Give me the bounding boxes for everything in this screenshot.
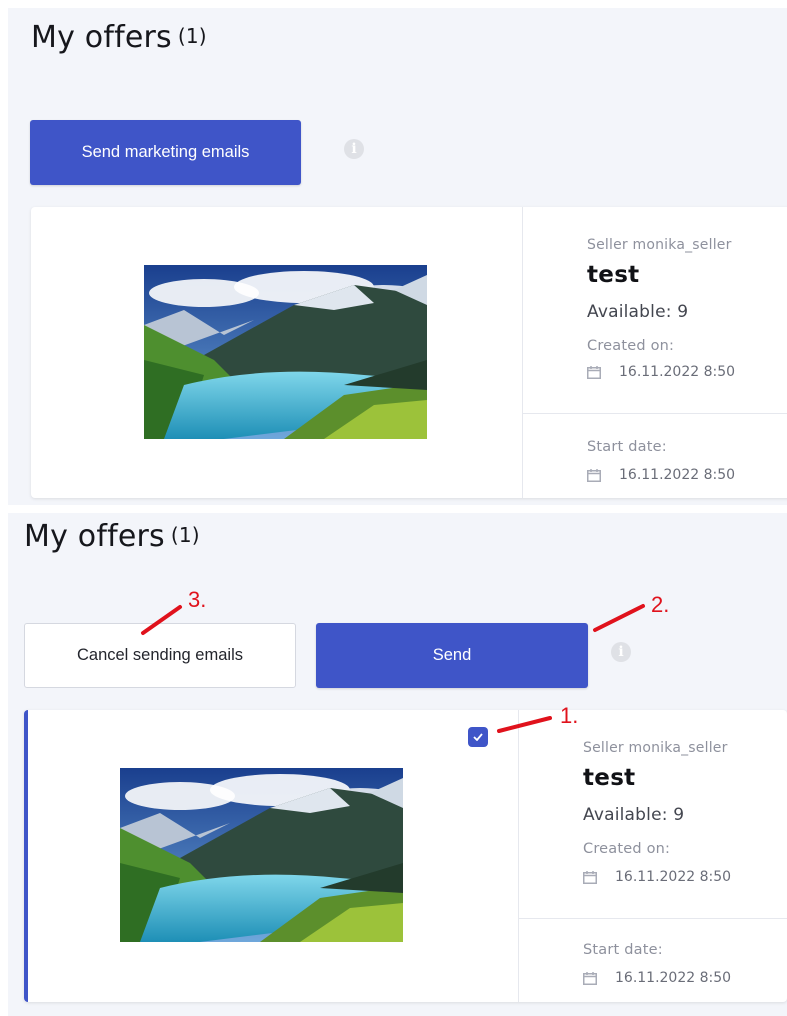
start-date-label: Start date: <box>583 942 663 958</box>
created-date-row: 16.11.2022 8:50 <box>583 869 731 885</box>
page-title-text: My offers <box>24 519 165 554</box>
available-count: Available: 9 <box>587 302 689 322</box>
info-icon[interactable]: i <box>344 139 364 159</box>
offer-card-selected[interactable]: Seller monika_seller test Available: 9 C… <box>24 710 787 1002</box>
card-divider-horizontal <box>522 413 787 414</box>
page-title: My offers (1) <box>31 20 207 55</box>
offers-panel-after: My offers (1) Cancel sending emails Send … <box>8 513 787 1016</box>
offer-count: (1) <box>170 523 200 547</box>
page-title: My offers (1) <box>24 519 200 554</box>
created-label: Created on: <box>583 841 671 857</box>
offer-card[interactable]: Seller monika_seller test Available: 9 C… <box>31 207 787 498</box>
created-label: Created on: <box>587 338 675 354</box>
info-icon[interactable]: i <box>611 642 631 662</box>
created-date-row: 16.11.2022 8:50 <box>587 364 735 380</box>
card-divider-horizontal <box>518 918 787 919</box>
offer-title: test <box>583 765 636 791</box>
cancel-sending-emails-button[interactable]: Cancel sending emails <box>24 623 296 688</box>
send-button[interactable]: Send <box>316 623 588 688</box>
checkmark-icon <box>473 733 483 741</box>
offer-select-checkbox[interactable] <box>468 727 488 747</box>
card-divider <box>518 710 519 1002</box>
selected-indicator <box>24 710 28 1002</box>
offers-panel-before: My offers (1) Send marketing emails i Se… <box>8 8 787 505</box>
card-divider <box>522 207 523 498</box>
offer-count: (1) <box>177 24 207 48</box>
calendar-icon <box>583 870 597 884</box>
annotation-step-3: 3. <box>188 587 207 612</box>
created-date: 16.11.2022 8:50 <box>615 869 732 885</box>
calendar-icon <box>587 365 601 379</box>
seller-name: Seller monika_seller <box>583 740 728 756</box>
offer-image <box>119 768 404 942</box>
send-marketing-emails-button[interactable]: Send marketing emails <box>30 120 301 185</box>
created-date: 16.11.2022 8:50 <box>619 364 736 380</box>
annotation-step-1: 1. <box>560 703 579 728</box>
start-date-label: Start date: <box>587 439 667 455</box>
start-date: 16.11.2022 8:50 <box>619 467 736 483</box>
calendar-icon <box>587 468 601 482</box>
offer-title: test <box>587 262 640 288</box>
start-date-row: 16.11.2022 8:50 <box>583 970 731 986</box>
page-title-text: My offers <box>31 20 172 55</box>
seller-name: Seller monika_seller <box>587 237 732 253</box>
start-date-row: 16.11.2022 8:50 <box>587 467 735 483</box>
start-date: 16.11.2022 8:50 <box>615 970 732 986</box>
calendar-icon <box>583 971 597 985</box>
offer-image <box>144 265 427 439</box>
annotation-step-2: 2. <box>651 592 670 617</box>
available-count: Available: 9 <box>583 805 685 825</box>
